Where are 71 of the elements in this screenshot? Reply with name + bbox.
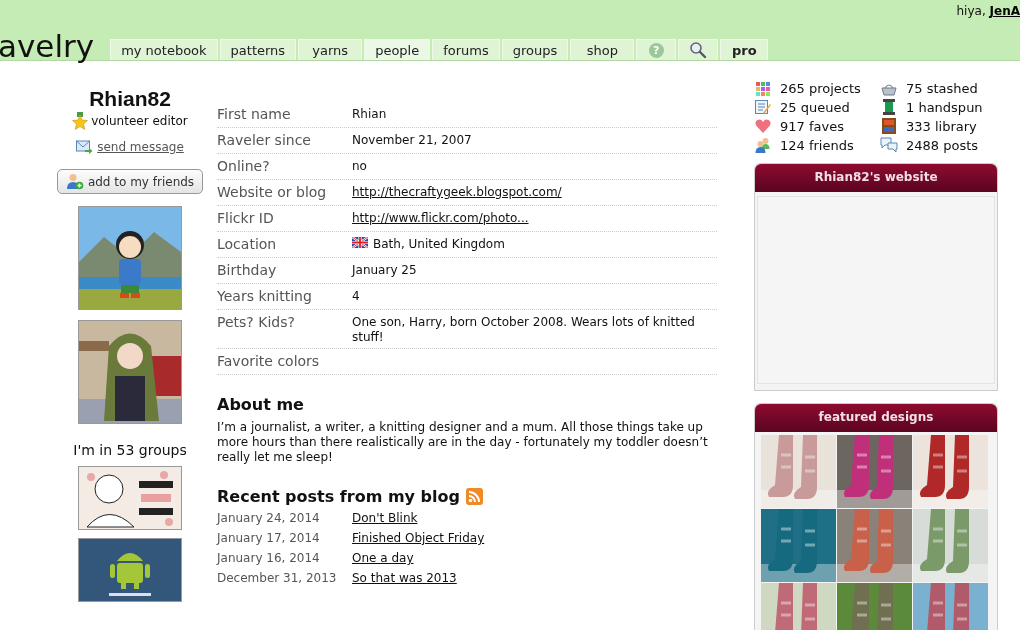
panel-title: featured designs	[755, 404, 997, 432]
stat-count[interactable]: 333 library	[906, 118, 977, 134]
stat-count[interactable]: 2488 posts	[906, 137, 979, 153]
field-link[interactable]: http://www.flickr.com/photo...	[352, 211, 529, 226]
field-label: Years knitting	[217, 288, 313, 306]
nav-tab[interactable]: groups	[501, 39, 569, 60]
field-label: Pets? Kids?	[217, 314, 296, 332]
post-date: January 17, 2014	[217, 531, 321, 546]
nav-tab[interactable]: my notebook	[110, 39, 218, 60]
field-value: Bath, United Kingdom	[373, 237, 505, 252]
greeting-text: hiya,	[956, 4, 986, 18]
panel-title: Rhian82's website	[755, 164, 997, 192]
stat-count[interactable]: 75 stashed	[906, 81, 978, 96]
rss-icon[interactable]	[465, 488, 483, 505]
stat-count[interactable]: 1 handspun	[906, 99, 983, 115]
field-label: First name	[217, 106, 292, 124]
search-tab[interactable]	[678, 39, 719, 60]
envelope-icon	[76, 140, 94, 154]
help-icon: ?	[648, 42, 664, 58]
field-label: Flickr ID	[217, 210, 275, 228]
post-link[interactable]: Don't Blink	[352, 511, 418, 526]
field-value: 4	[352, 289, 360, 304]
notepad-pencil-icon	[754, 99, 772, 115]
stat-count[interactable]: 265 projects	[780, 81, 861, 96]
field-link[interactable]: http://thecraftygeek.blogspot.com/	[352, 185, 562, 200]
nav-tab[interactable]: shop	[570, 39, 635, 60]
field-label: Location	[217, 236, 278, 254]
field-value: no	[352, 159, 367, 174]
groups-count: I'm in 53 groups	[73, 442, 187, 458]
post-date: January 24, 2014	[217, 511, 321, 526]
nav-tab[interactable]: forums	[432, 39, 500, 60]
field-label: Birthday	[217, 262, 278, 280]
nav-tab[interactable]: pro	[720, 39, 769, 60]
field-value: November 21, 2007	[352, 133, 472, 148]
people-icon	[754, 137, 772, 153]
send-message-link[interactable]: send message	[97, 140, 184, 154]
field-label: Online?	[217, 158, 271, 176]
stat-count[interactable]: 917 faves	[780, 118, 844, 134]
spool-icon	[880, 99, 898, 115]
field-label: Favorite colors	[217, 353, 321, 371]
stat-count[interactable]: 124 friends	[780, 137, 854, 153]
post-date: January 16, 2014	[217, 551, 321, 566]
nav-tab[interactable]: people	[364, 39, 431, 60]
post-link[interactable]: One a day	[352, 551, 414, 566]
grid-icon	[754, 81, 772, 96]
bookshelf-icon	[880, 118, 898, 134]
section-heading: About me	[217, 395, 305, 414]
user-link[interactable]: JenA	[989, 4, 1020, 18]
username-heading: Rhian82	[89, 87, 171, 111]
stat-count[interactable]: 25 queued	[780, 99, 850, 115]
speech-bubbles-icon	[880, 137, 898, 153]
field-value: One son, Harry, born October 2008. Wears lots of knitted stuff!	[352, 315, 696, 345]
add-friend-button[interactable]: add to my friends	[56, 169, 204, 194]
field-label: Website or blog	[217, 184, 328, 202]
site-logo[interactable]: avelry	[0, 28, 95, 64]
nav-tab[interactable]: yarns	[298, 39, 363, 60]
field-label: Raveler since	[217, 132, 312, 150]
field-value: Rhian	[352, 107, 387, 122]
person-add-icon	[65, 173, 84, 190]
heart-icon	[754, 119, 772, 133]
nav-tab[interactable]: patterns	[219, 39, 297, 60]
flag-icon	[352, 237, 368, 248]
about-text: I’m a journalist, a writer, a knitting designer and a mum. All those things take up more hours than there realistically are in the day - fortunately my toddler doesn’t really let me sleep!	[217, 420, 709, 465]
post-link[interactable]: So that was 2013	[352, 571, 457, 586]
star-medal-icon	[72, 112, 89, 130]
post-link[interactable]: Finished Object Friday	[352, 531, 485, 546]
search-icon	[689, 41, 708, 59]
post-date: December 31, 2013	[217, 571, 338, 586]
field-value: January 25	[352, 263, 417, 278]
role-label: volunteer editor	[91, 114, 188, 128]
section-heading: Recent posts from my blog	[217, 487, 460, 506]
